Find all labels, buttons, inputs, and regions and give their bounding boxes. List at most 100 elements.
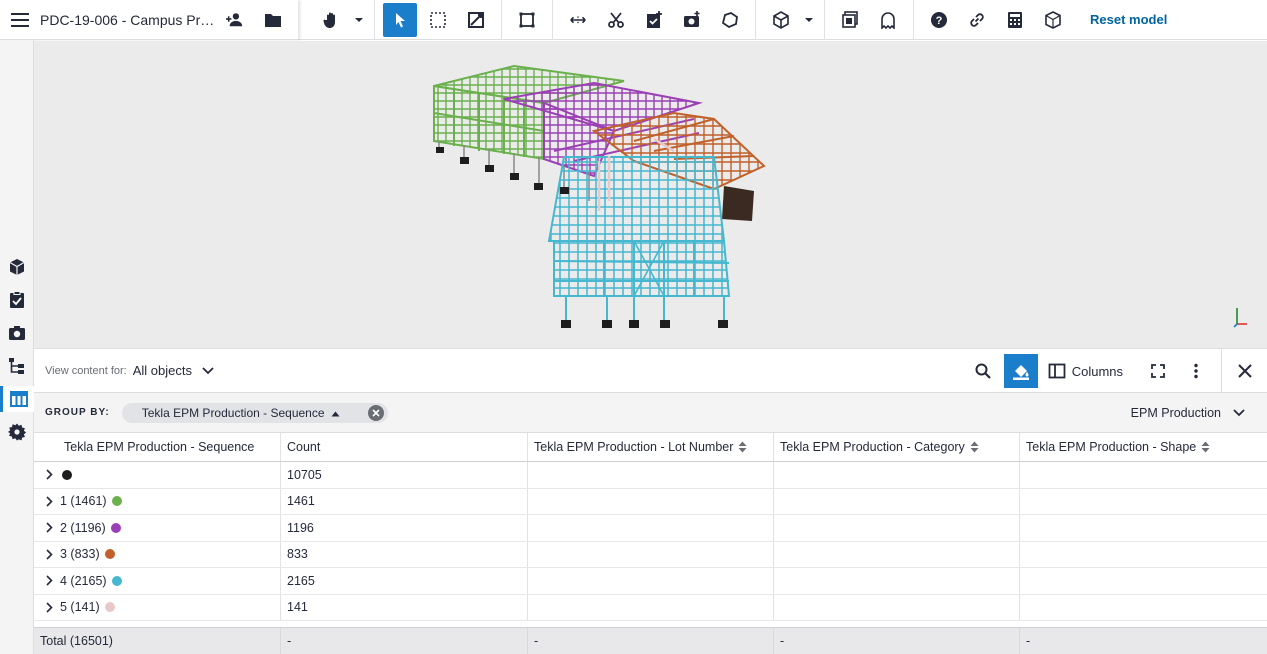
left-sidebar [0, 40, 34, 654]
axes-triad-icon [1233, 308, 1247, 328]
sort-icon[interactable] [738, 441, 747, 453]
sort-icon[interactable] [1201, 441, 1210, 453]
column-header[interactable]: Tekla EPM Production - Shape [1020, 433, 1267, 461]
table-row[interactable]: 10705 [34, 462, 1267, 489]
fullscreen-icon[interactable] [1141, 354, 1175, 388]
group-cell: 3 (833) [34, 541, 281, 567]
remove-group-icon[interactable] [367, 404, 384, 421]
measure-icon[interactable] [459, 3, 493, 37]
chevron-down-icon[interactable] [202, 366, 214, 375]
column-header-label: Tekla EPM Production - Lot Number [534, 440, 734, 454]
expand-chevron-icon[interactable] [40, 602, 58, 613]
data-table-toolbar: View content for: All objects Columns [34, 348, 1267, 393]
toolbar-divider [824, 0, 825, 40]
sequence-color-swatch [104, 602, 115, 613]
expand-chevron-icon[interactable] [40, 469, 58, 480]
table-row[interactable]: 2 (1196) 1196 [34, 515, 1267, 542]
section-box-icon[interactable] [510, 3, 544, 37]
group-by-bar: GROUP BY: Tekla EPM Production - Sequenc… [34, 393, 1267, 433]
property-set-dropdown[interactable]: EPM Production [1131, 393, 1245, 433]
hamburger-menu-icon[interactable] [0, 0, 40, 40]
calculator-icon[interactable] [998, 3, 1032, 37]
toolbar-divider [501, 0, 502, 40]
group-cell: 5 (141) [34, 594, 281, 620]
expand-chevron-icon[interactable] [40, 522, 58, 533]
columns-label: Columns [1071, 363, 1123, 379]
table-row[interactable]: 5 (141) 141 [34, 594, 1267, 621]
markup-cloud-icon[interactable] [713, 3, 747, 37]
total-shape: - [1026, 634, 1031, 648]
total-category: - [774, 628, 1020, 654]
add-todo-icon[interactable] [637, 3, 671, 37]
add-user-icon[interactable] [218, 3, 252, 37]
columns-button[interactable]: Columns [1042, 354, 1129, 388]
link-icon[interactable] [960, 3, 994, 37]
expand-chevron-icon[interactable] [40, 549, 58, 560]
search-icon[interactable] [966, 354, 1000, 388]
chevron-down-icon [1233, 409, 1245, 417]
layers-icon[interactable] [833, 3, 867, 37]
view-content-for-select[interactable]: All objects [133, 363, 192, 378]
total-count: - [281, 628, 528, 654]
toolbar-divider [755, 0, 756, 40]
group-label: 2 (1196) [60, 520, 106, 535]
shape-cell [1020, 595, 1267, 621]
reset-model-link[interactable]: Reset model [1090, 12, 1167, 27]
group-label: 1 (1461) [60, 494, 107, 509]
table-row[interactable]: 3 (833) 833 [34, 541, 1267, 568]
help-icon[interactable]: ? [922, 3, 956, 37]
view-dropdown-caret[interactable] [800, 3, 818, 37]
select-pointer-icon[interactable] [383, 2, 417, 37]
lot-number-cell [528, 594, 774, 620]
property-set-label: EPM Production [1130, 406, 1221, 420]
add-snapshot-icon[interactable] [675, 3, 709, 37]
category-cell [774, 462, 1020, 488]
column-header[interactable]: Tekla EPM Production - Lot Number [528, 433, 774, 461]
column-header[interactable]: Count [281, 433, 528, 461]
count-cell: 833 [281, 541, 528, 567]
models-cube-icon[interactable] [4, 254, 30, 280]
data-table-icon[interactable] [0, 386, 34, 412]
toolbar-divider [374, 0, 375, 40]
count-cell: 141 [281, 594, 528, 620]
expand-chevron-icon[interactable] [40, 575, 58, 586]
pan-hand-icon[interactable] [314, 3, 348, 37]
views-camera-icon[interactable] [4, 320, 30, 346]
expand-chevron-icon[interactable] [40, 496, 58, 507]
group-by-chip[interactable]: Tekla EPM Production - Sequence [121, 402, 388, 423]
count-cell: 2165 [281, 568, 528, 594]
toolbar-divider [913, 0, 914, 40]
todos-checklist-icon[interactable] [4, 287, 30, 313]
sequence-color-swatch [62, 469, 72, 480]
column-header[interactable]: Tekla EPM Production - Category [774, 433, 1020, 461]
table-total-row: Total (16501) - - - - [34, 627, 1267, 654]
paint-bucket-icon[interactable] [1003, 354, 1038, 388]
sort-icon[interactable] [970, 441, 979, 453]
group-by-chip-label: Tekla EPM Production - Sequence [141, 405, 325, 420]
table-row[interactable]: 1 (1461) 1461 [34, 488, 1267, 515]
column-header-label: Tekla EPM Production - Shape [1026, 440, 1197, 454]
3d-model-icon[interactable] [1036, 3, 1070, 37]
count-cell: 1461 [281, 488, 528, 514]
group-label: 3 (833) [60, 547, 100, 562]
building-model-render[interactable] [34, 41, 1267, 348]
cube-view-icon[interactable] [764, 3, 798, 37]
3d-model-viewport[interactable] [34, 41, 1267, 348]
column-header-label: Tekla EPM Production - Sequence [64, 440, 255, 454]
shape-cell [1020, 542, 1267, 568]
navigation-dropdown-caret[interactable] [350, 3, 368, 37]
ghost-mode-icon[interactable] [871, 3, 905, 37]
table-row[interactable]: 4 (2165) 2165 [34, 568, 1267, 595]
clip-scissors-icon[interactable] [599, 3, 633, 37]
sequence-4-members [547, 156, 731, 321]
dimension-icon[interactable] [561, 3, 595, 37]
more-options-icon[interactable] [1179, 354, 1213, 388]
project-title[interactable]: PDC-19-006 - Campus Proj... [40, 12, 216, 28]
object-tree-icon[interactable] [4, 353, 30, 379]
close-panel-icon[interactable] [1221, 349, 1267, 393]
sort-ascending-icon[interactable] [331, 406, 340, 420]
box-select-icon[interactable] [421, 3, 455, 37]
column-header[interactable]: Tekla EPM Production - Sequence [34, 433, 281, 461]
folder-icon[interactable] [256, 3, 290, 37]
extensions-gear-icon[interactable] [4, 419, 30, 445]
